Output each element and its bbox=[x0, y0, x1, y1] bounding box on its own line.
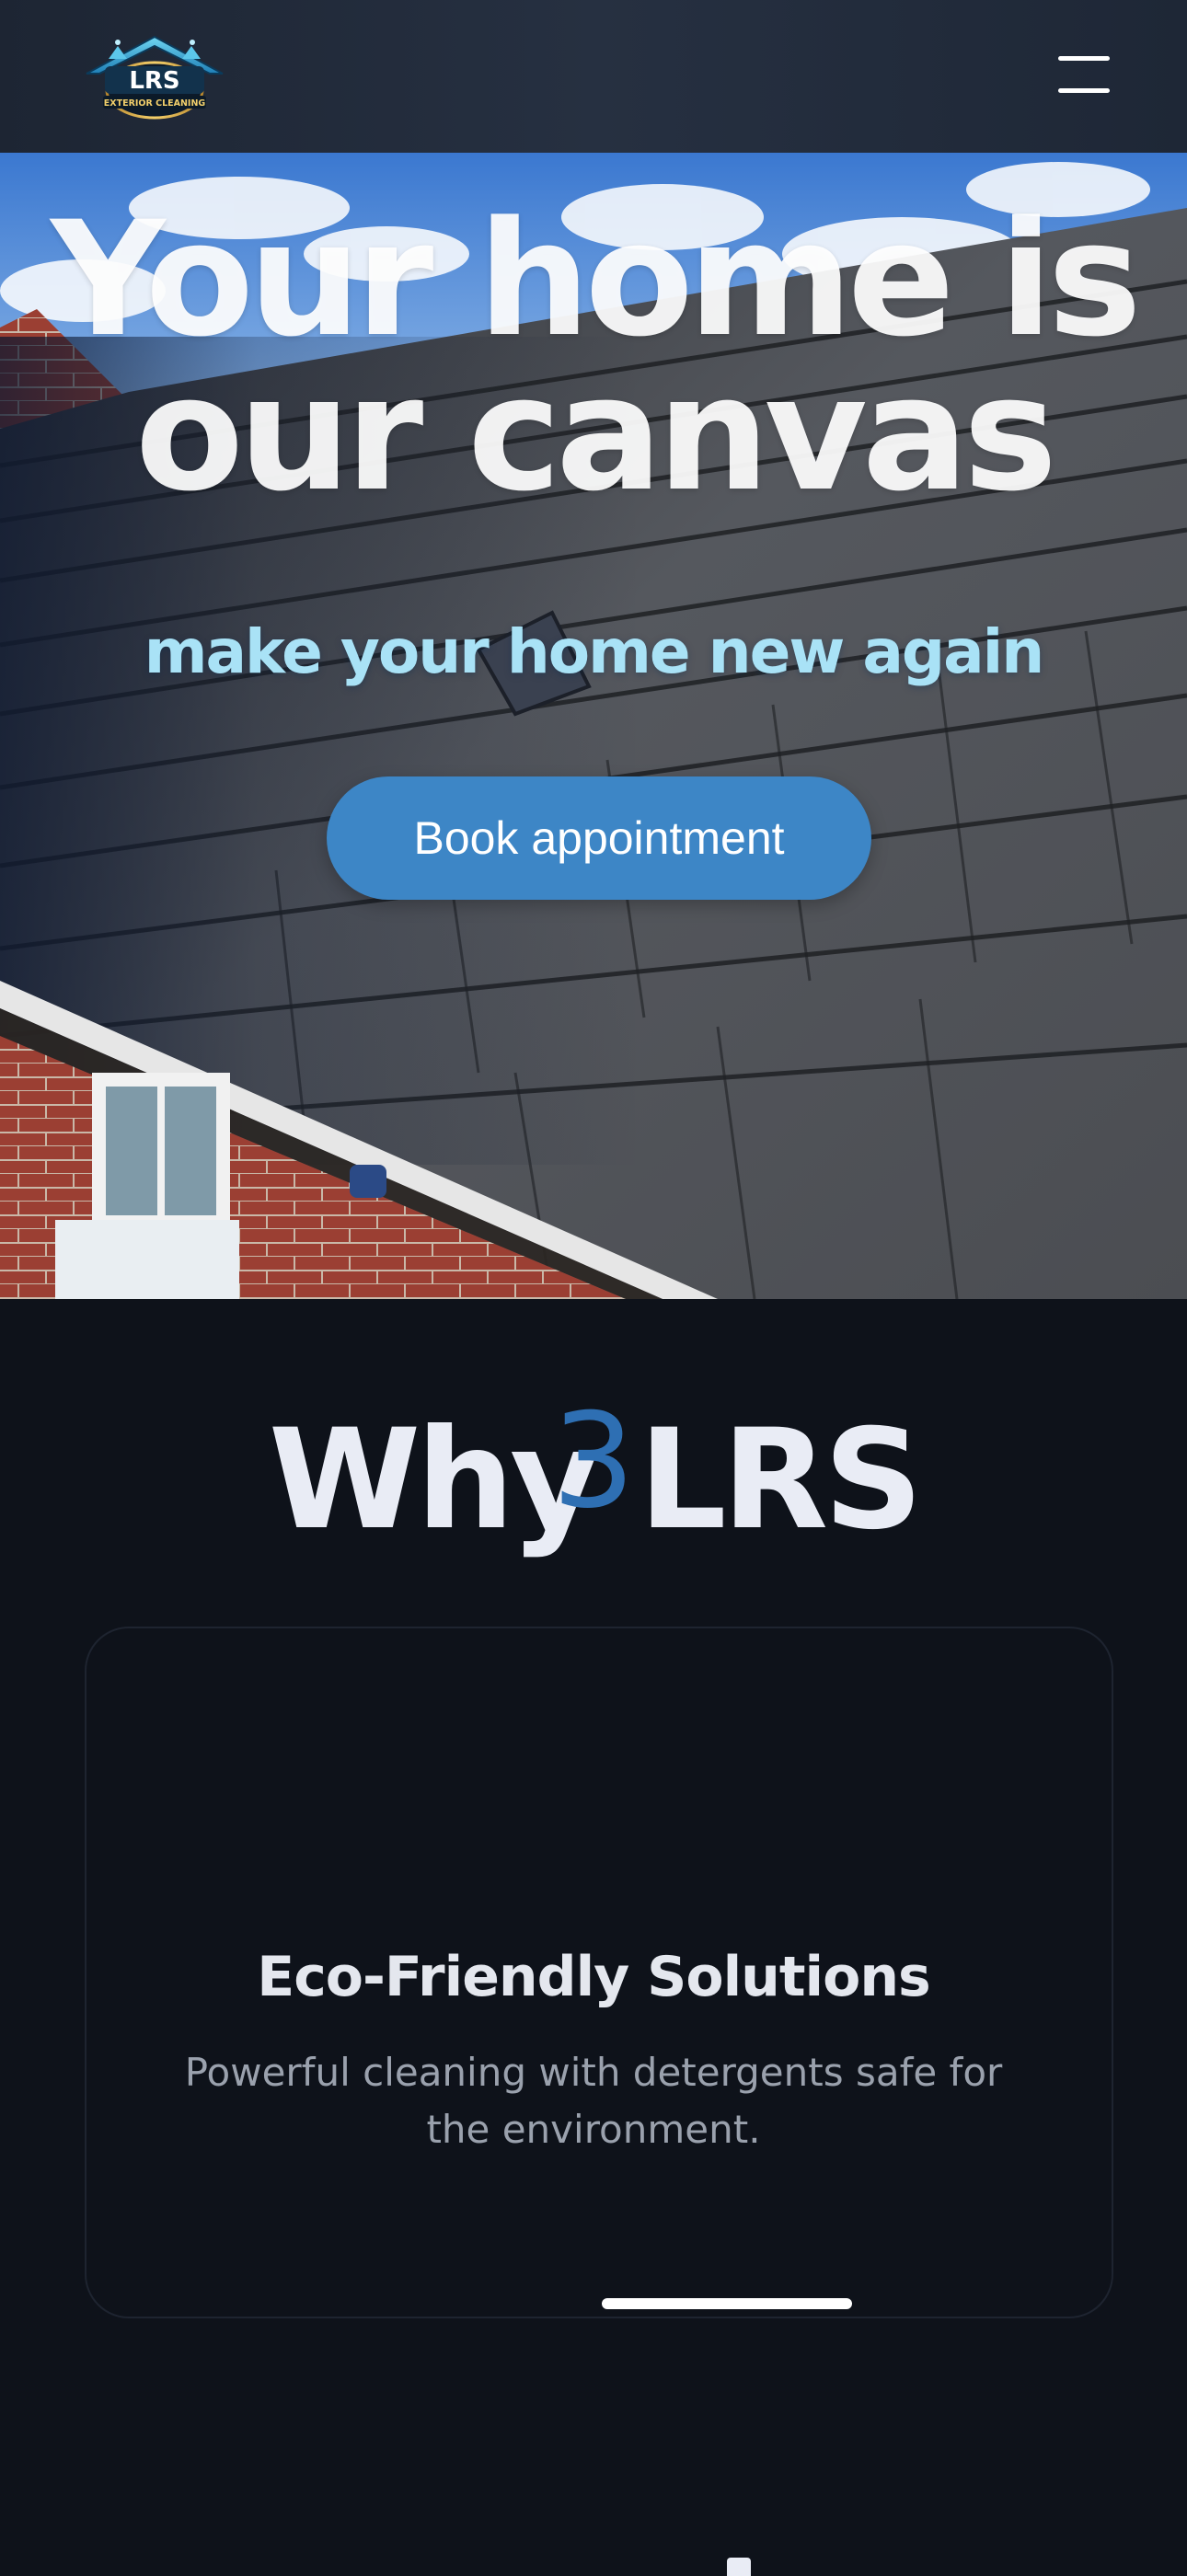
hero-title-line-1: Your home is bbox=[51, 187, 1142, 372]
hero-title-line-2: our canvas bbox=[134, 341, 1057, 526]
lrs-logo[interactable]: LRS EXTERIOR CLEANING bbox=[81, 31, 228, 121]
site-header: LRS EXTERIOR CLEANING bbox=[0, 0, 1187, 153]
hero-title: Your home is our canvas bbox=[0, 187, 1187, 526]
carousel-indicator[interactable] bbox=[602, 2298, 852, 2309]
feature-card-heading: Eco-Friendly Solutions bbox=[257, 1945, 931, 2009]
next-section-heading-peek bbox=[727, 2558, 751, 2576]
hamburger-menu-button[interactable] bbox=[1049, 52, 1119, 99]
hero-subtitle: make your home new again bbox=[144, 616, 1045, 687]
logo-tagline-text: EXTERIOR CLEANING bbox=[104, 98, 206, 109]
hamburger-menu-icon bbox=[1058, 56, 1110, 61]
book-appointment-button[interactable]: Book appointment bbox=[327, 776, 871, 900]
hero-section: Your home is our canvas make your home n… bbox=[0, 153, 1187, 1299]
hamburger-menu-icon-line bbox=[1058, 88, 1110, 93]
lrs-logo-graphic: LRS EXTERIOR CLEANING bbox=[86, 35, 224, 120]
feature-card-number: 3 bbox=[551, 1386, 636, 1537]
feature-card-text: Powerful cleaning with detergents safe f… bbox=[184, 2050, 1003, 2152]
logo-brand-text: LRS bbox=[129, 67, 179, 95]
